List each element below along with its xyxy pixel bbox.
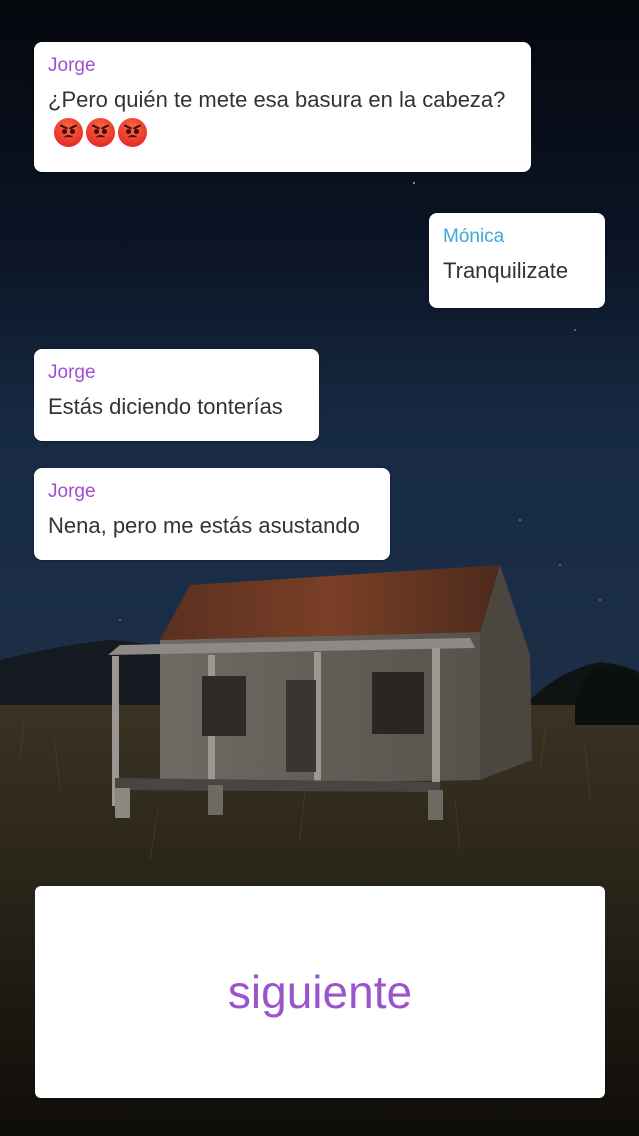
message-bubble: Jorge Nena, pero me estás asustando xyxy=(34,468,390,560)
angry-face-icon xyxy=(118,118,147,147)
message-bubble: Jorge Estás diciendo tonterías xyxy=(34,349,319,441)
message-text: Nena, pero me estás asustando xyxy=(48,513,360,538)
angry-face-icon xyxy=(54,118,83,147)
message-text: Tranquilizate xyxy=(443,258,569,283)
message-text: ¿Pero quién te mete esa basura en la cab… xyxy=(48,87,506,112)
emoji-row xyxy=(54,118,517,147)
sender-name: Jorge xyxy=(48,55,96,76)
next-button[interactable]: siguiente xyxy=(35,886,605,1098)
message-text: Estás diciendo tonterías xyxy=(48,394,283,419)
sender-name: Jorge xyxy=(48,362,96,383)
message-bubble: Jorge ¿Pero quién te mete esa basura en … xyxy=(34,42,531,172)
angry-face-icon xyxy=(86,118,115,147)
sender-name: Jorge xyxy=(48,481,96,502)
sender-name: Mónica xyxy=(443,226,505,247)
message-bubble: Mónica Tranquilizate xyxy=(429,213,605,308)
